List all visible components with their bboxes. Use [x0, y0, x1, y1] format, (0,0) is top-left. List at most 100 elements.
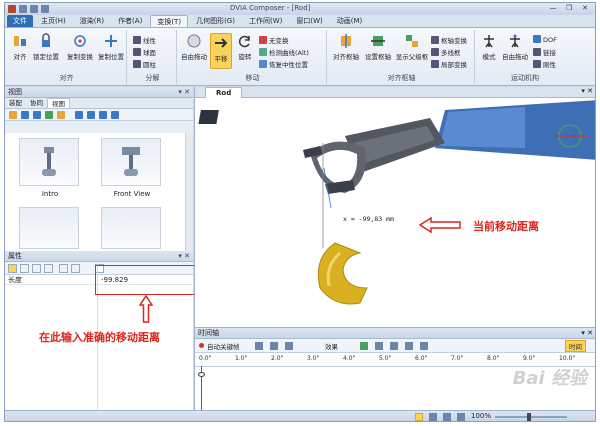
free-drag-icon: [187, 34, 201, 48]
restore-pivot-button[interactable]: 恢复中性位置: [259, 59, 308, 69]
tab-window[interactable]: 窗口(W): [290, 15, 328, 27]
lock-position-button[interactable]: 锁定位置: [31, 33, 61, 61]
close-button[interactable]: ✕: [578, 4, 592, 13]
timeline-close-icon[interactable]: ▾ ✕: [581, 328, 593, 339]
subtab-collab[interactable]: 协同: [26, 98, 47, 108]
align-icon: [14, 36, 26, 46]
tab-workshop[interactable]: 工作间(W): [243, 15, 288, 27]
minimize-button[interactable]: —: [546, 4, 560, 13]
zoom-slider-thumb[interactable]: [527, 413, 531, 421]
input-highlight-box: [95, 265, 199, 295]
view-tool-8-icon[interactable]: [99, 111, 107, 119]
prop-tool-3-icon[interactable]: [32, 264, 41, 273]
redo-icon[interactable]: [41, 5, 49, 13]
play-icon[interactable]: [360, 342, 368, 350]
status-icon-4[interactable]: [457, 413, 465, 421]
views-panel-header: 视图 ▾ ✕: [5, 87, 193, 98]
multi-frame-icon: [431, 48, 439, 56]
view-thumb-4[interactable]: [101, 207, 161, 249]
view-tool-5-icon[interactable]: [57, 111, 65, 119]
viewport-tab-rod[interactable]: Rod: [205, 87, 243, 98]
keyframe-tool-2-icon[interactable]: [270, 342, 278, 350]
model-render: [198, 100, 595, 305]
loop-icon[interactable]: [420, 342, 428, 350]
save-icon[interactable]: [19, 5, 27, 13]
update-view-icon[interactable]: [21, 111, 29, 119]
tab-author[interactable]: 作者(A): [112, 15, 148, 27]
tick-5: 5.0": [379, 355, 392, 362]
view-tool-9-icon[interactable]: [111, 111, 119, 119]
spherical-button[interactable]: 球面: [133, 47, 156, 57]
set-pivot-button[interactable]: 设置枢轴: [363, 33, 393, 61]
views-scrollbar[interactable]: [185, 133, 193, 251]
dof-button[interactable]: DOF: [533, 35, 557, 44]
timeline-toolbar: 自动关键帧 效果 时间: [195, 339, 595, 353]
keyframe-tool-3-icon[interactable]: [285, 342, 293, 350]
next-frame-icon[interactable]: [390, 342, 398, 350]
sort-icon[interactable]: [20, 264, 29, 273]
prop-tool-5-icon[interactable]: [59, 264, 68, 273]
viewport-tabbar: Rod ▾ ✕: [195, 87, 595, 98]
copy-position-button[interactable]: 复制位置: [97, 33, 125, 61]
maximize-button[interactable]: ❐: [562, 4, 576, 13]
multi-frame-button[interactable]: 多线框: [431, 47, 461, 57]
subtab-assembly[interactable]: 装配: [5, 98, 26, 108]
view-thumb-front[interactable]: [101, 138, 161, 186]
undo-icon[interactable]: [30, 5, 38, 13]
link-button[interactable]: 链接: [533, 47, 556, 57]
record-icon[interactable]: [199, 343, 204, 348]
new-view-icon[interactable]: [9, 111, 17, 119]
show-parent-pivot-button[interactable]: 显示父级枢: [395, 33, 429, 61]
status-icon-3[interactable]: [443, 413, 451, 421]
tick-6: 6.0": [415, 355, 428, 362]
time-mode-button[interactable]: 时间: [565, 340, 586, 352]
tab-transform[interactable]: 变换(T): [150, 15, 189, 27]
props-pin-icon[interactable]: ▾ ✕: [178, 251, 190, 262]
tick-4: 4.0": [343, 355, 356, 362]
view-tool-6-icon[interactable]: [75, 111, 83, 119]
view-tool-3-icon[interactable]: [33, 111, 41, 119]
rigid-button[interactable]: 刚性: [533, 59, 556, 69]
last-frame-icon[interactable]: [405, 342, 413, 350]
rotate-button[interactable]: 旋转: [235, 33, 255, 61]
free-drag-2-button[interactable]: 自由拖动: [501, 33, 529, 61]
no-transform-button[interactable]: 无变换: [259, 35, 289, 45]
prop-tool-6-icon[interactable]: [71, 264, 80, 273]
tab-file[interactable]: 文件: [7, 15, 33, 27]
viewport-close-icon[interactable]: ▾ ✕: [581, 87, 593, 95]
categorized-icon[interactable]: [8, 264, 17, 273]
view-tool-4-icon[interactable]: [45, 111, 53, 119]
zoom-slider[interactable]: [495, 413, 567, 421]
free-drag-button[interactable]: 自由拖动: [181, 33, 207, 61]
view-thumb-3[interactable]: [19, 207, 79, 249]
linear-button[interactable]: 线性: [133, 35, 156, 45]
tab-geometry[interactable]: 几何图形(G): [190, 15, 241, 27]
local-transform-button[interactable]: 局部变换: [431, 59, 467, 69]
cylinder-button[interactable]: 圆柱: [133, 59, 156, 69]
copy-transform-button[interactable]: 复制变换: [65, 33, 95, 61]
auto-keyframe-button[interactable]: 自动关键帧: [207, 341, 240, 351]
pin-icon[interactable]: ▾ ✕: [178, 87, 190, 98]
translate-button[interactable]: 平移: [210, 33, 232, 69]
stop-icon[interactable]: [375, 342, 383, 350]
effects-dropdown[interactable]: 效果: [325, 341, 338, 351]
timeline-header: 时间轴 ▾ ✕: [195, 328, 595, 339]
tab-animation[interactable]: 动画(M): [331, 15, 369, 27]
pivot-transform-button[interactable]: 枢轴变换: [431, 35, 467, 45]
align-pivot-button[interactable]: 对齐枢轴: [331, 33, 361, 61]
mode-button[interactable]: 模式: [479, 33, 499, 61]
prop-tool-4-icon[interactable]: [44, 264, 53, 273]
view-tool-7-icon[interactable]: [87, 111, 95, 119]
status-icon-1[interactable]: [415, 413, 423, 421]
detect-curve-button[interactable]: 检测曲线(Alt): [259, 47, 309, 57]
tab-home[interactable]: 主页(H): [35, 15, 72, 27]
status-icon-2[interactable]: [429, 413, 437, 421]
subtab-views[interactable]: 视图: [47, 98, 70, 108]
keyframe-marker[interactable]: [198, 372, 205, 377]
view-thumb-intro[interactable]: [19, 138, 79, 186]
align-button[interactable]: 对齐: [9, 33, 31, 61]
tab-render[interactable]: 渲染(R): [74, 15, 110, 27]
3d-viewport[interactable]: Rod ▾ ✕ x = -99,83 mm 当前移动距离: [194, 87, 595, 327]
tick-8: 8.0": [487, 355, 500, 362]
keyframe-tool-1-icon[interactable]: [255, 342, 263, 350]
